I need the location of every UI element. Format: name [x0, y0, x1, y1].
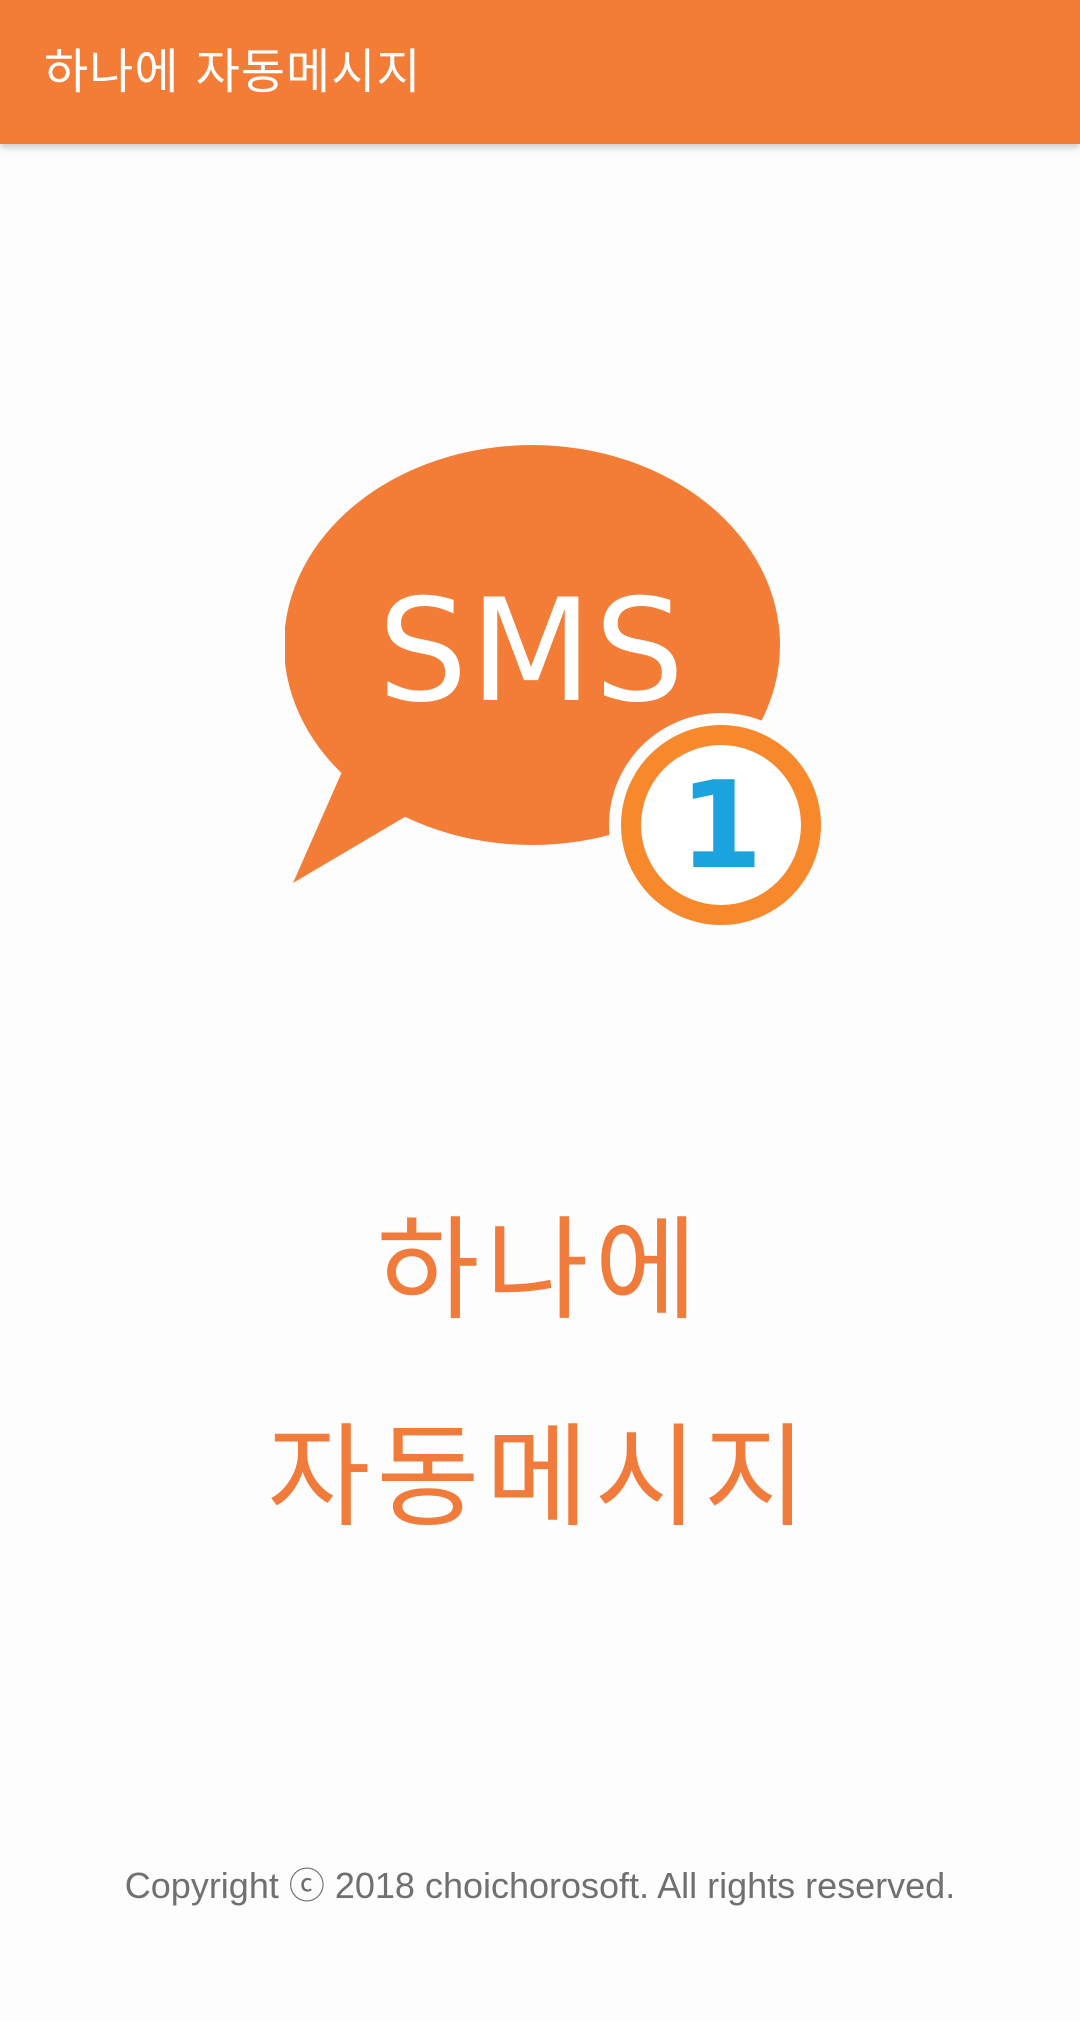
- headline-line-1: 하나에: [376, 1206, 704, 1336]
- sms-logo: SMS 1: [285, 445, 825, 930]
- bubble-text: SMS: [378, 569, 687, 734]
- headline-line-2: 자동메시지: [267, 1413, 813, 1543]
- app-bar: 하나에 자동메시지: [0, 0, 1080, 144]
- app-title: 하나에 자동메시지: [44, 44, 422, 100]
- badge-count: 1: [679, 757, 763, 896]
- copyright-text: Copyright ⓒ 2018 choichorosoft. All righ…: [124, 1865, 956, 1906]
- sms-chat-bubble-icon: SMS 1: [285, 445, 825, 930]
